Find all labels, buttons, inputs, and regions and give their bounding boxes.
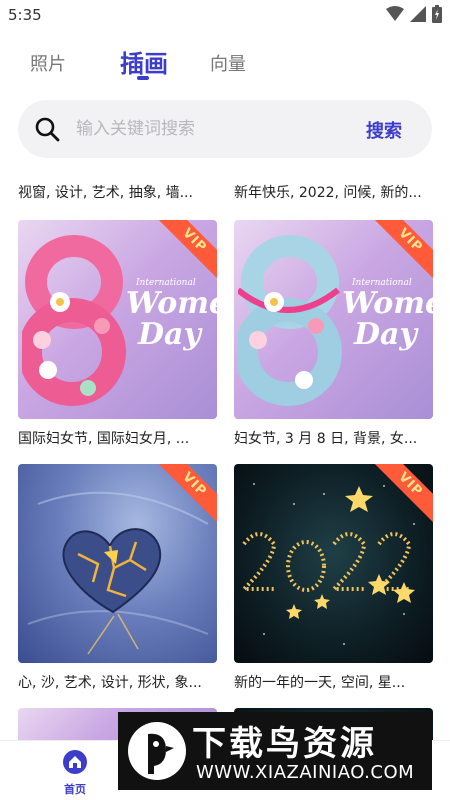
bird-logo-icon — [128, 722, 186, 780]
search-input[interactable] — [76, 114, 346, 144]
artwork-text: International Women Day — [126, 278, 217, 352]
watermark-banner: 下载鸟资源 WWW.XIAZAINIAO.COM — [118, 712, 432, 790]
nav-home-label: 首页 — [64, 783, 86, 796]
vip-badge: VIP — [373, 220, 433, 280]
active-tab-indicator — [137, 76, 149, 80]
image-caption[interactable]: 视窗, 设计, 艺术, 抽象, 墙... — [18, 182, 218, 202]
image-card[interactable]: VIP — [234, 464, 433, 663]
status-bar: 5:35 — [0, 0, 450, 32]
image-card[interactable]: International Women Day VIP — [18, 220, 217, 419]
tab-vectors[interactable]: 向量 — [210, 50, 246, 76]
tab-illustrations[interactable]: 插画 — [120, 44, 168, 79]
vip-badge: VIP — [157, 464, 217, 524]
category-tabs: 照片 插画 向量 — [0, 40, 450, 88]
home-icon — [63, 750, 87, 774]
artwork-text: International Women Day — [342, 278, 433, 352]
number-8-illustration — [238, 235, 342, 406]
signal-icon — [410, 6, 426, 22]
vip-badge: VIP — [373, 464, 433, 524]
search-icon — [35, 117, 60, 142]
nav-home[interactable]: 首页 — [45, 749, 105, 797]
tab-photos[interactable]: 照片 — [30, 50, 66, 76]
number-8-illustration — [22, 235, 126, 406]
image-card[interactable]: VIP — [18, 464, 217, 663]
image-caption[interactable]: 新的一年的一天, 空间, 星... — [234, 672, 434, 692]
image-caption[interactable]: 国际妇女节, 国际妇女月, ... — [18, 428, 218, 448]
watermark-url: WWW.XIAZAINIAO.COM — [196, 762, 415, 783]
status-icons — [386, 5, 442, 23]
watermark-title: 下载鸟资源 — [192, 724, 377, 764]
image-caption[interactable]: 心, 沙, 艺术, 设计, 形状, 象... — [18, 672, 218, 692]
battery-icon — [432, 5, 442, 23]
vip-badge: VIP — [157, 220, 217, 280]
image-caption[interactable]: 新年快乐, 2022, 问候, 新的... — [234, 182, 434, 202]
image-card[interactable]: International Women Day VIP — [234, 220, 433, 419]
image-caption[interactable]: 妇女节, 3 月 8 日, 背景, 女... — [234, 428, 434, 448]
status-time: 5:35 — [8, 6, 42, 24]
search-bar: 搜索 — [18, 100, 432, 158]
wifi-icon — [386, 6, 404, 21]
search-button[interactable]: 搜索 — [366, 117, 402, 143]
